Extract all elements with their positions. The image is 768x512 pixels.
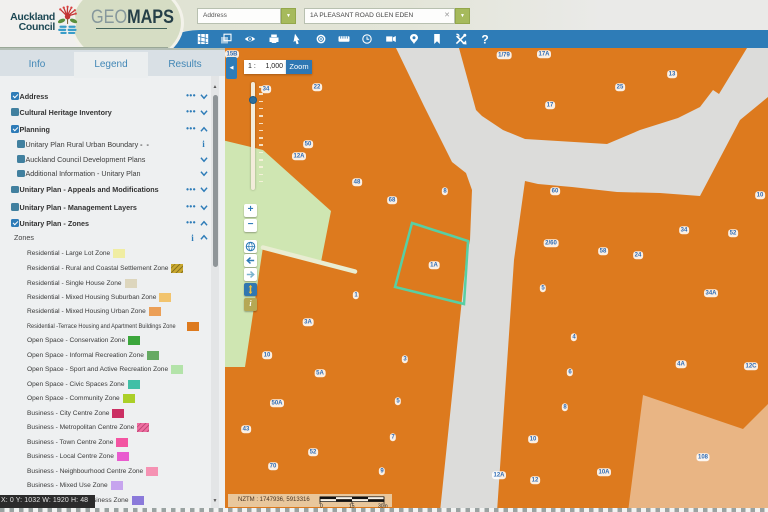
svg-text:30m: 30m <box>378 503 388 508</box>
svg-text:?: ? <box>481 33 488 47</box>
svg-text:15: 15 <box>349 503 355 508</box>
svg-text:0: 0 <box>320 503 323 508</box>
